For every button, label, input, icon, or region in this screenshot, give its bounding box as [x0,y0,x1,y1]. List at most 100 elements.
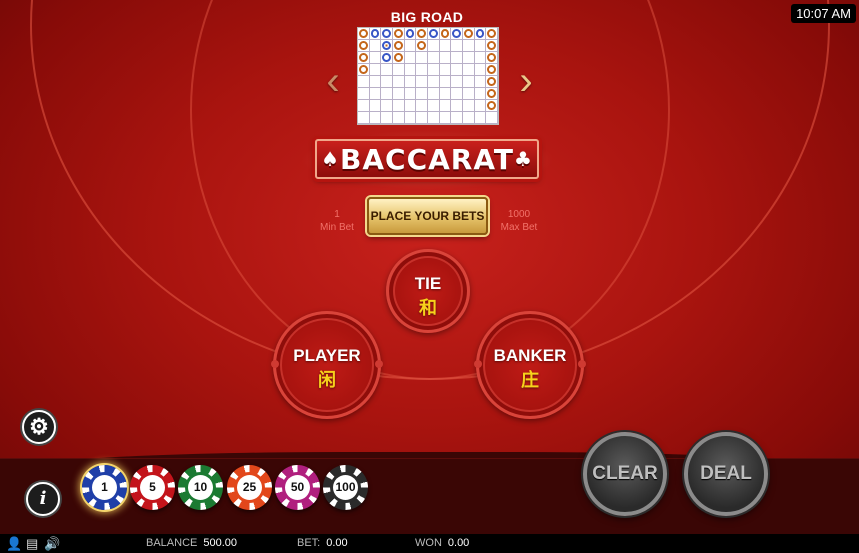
big-road-cell [369,100,382,112]
big-road-cell [358,112,370,124]
bet-label: BET: [297,537,321,549]
big-road-cell [439,40,452,52]
big-road-cell [416,52,428,64]
big-road-cell [428,40,440,52]
big-road-cell [463,40,475,52]
club-icon: ♣ [513,147,533,171]
banker-win-mark [440,29,450,38]
user-icon[interactable]: 👤 [6,534,22,553]
player-win-mark [475,29,485,38]
banker-win-mark [487,101,496,110]
spade-icon: ♠ [321,147,341,171]
big-road-cell [404,52,417,64]
speaker-icon[interactable]: 🔊 [44,534,60,553]
balance-label: BALANCE [146,537,198,549]
banker-win-mark [394,53,403,62]
chip-value: 100 [333,475,358,500]
info-icon[interactable]: i [26,482,60,516]
big-road-cell [381,76,393,88]
big-road-cell [369,52,382,64]
chip-value: 50 [285,475,310,500]
chevron-left-icon[interactable]: ‹ [323,58,343,104]
big-road-cell [463,76,475,88]
chip-25[interactable]: 25 [227,465,272,510]
banker-win-mark [464,29,473,38]
big-road-cell [486,40,498,52]
big-road-cell [358,76,370,88]
player-win-mark [382,29,391,38]
big-road-cell [404,112,417,124]
gear-icon[interactable]: ⚙ [22,410,56,444]
clear-button[interactable]: CLEAR [583,432,667,516]
big-road-cell [428,64,440,76]
big-road-cell [451,40,463,52]
spot-dot [474,360,482,368]
player-win-mark [452,29,461,38]
player-bet-spot[interactable]: PLAYER 闲 [271,311,383,419]
document-icon[interactable]: ▤ [26,534,38,553]
big-road-cell [358,100,370,112]
big-road-cell [369,40,382,52]
status-bar: 👤 ▤ 🔊 BALANCE 500.00 BET: 0.00 WON 0.00 [0,534,859,553]
big-road-grid [357,27,499,125]
big-road-cell [416,28,428,40]
big-road-cell [474,88,487,100]
won-value: 0.00 [447,537,470,549]
big-road-cell [428,76,440,88]
big-road-cell [463,64,475,76]
big-road-cell [369,112,382,124]
chip-1[interactable]: 1 [82,465,127,510]
max-bet-label: Max Bet [500,222,538,233]
chip-100[interactable]: 100 [323,465,368,510]
big-road-cell [463,100,475,112]
big-road-cell [439,52,452,64]
banker-bet-spot[interactable]: BANKER 庄 [474,311,586,419]
big-road-cell [369,76,382,88]
big-road-cell [393,88,405,100]
big-road-cell [369,88,382,100]
big-road-title: BIG ROAD [390,9,464,25]
tie-chinese-label: 和 [419,298,437,319]
chevron-right-icon[interactable]: › [516,58,536,104]
big-road-cell [381,100,393,112]
big-road-cell [393,40,405,52]
banker-win-mark [394,41,403,50]
big-road-cell [439,112,452,124]
big-road-cell [369,28,382,40]
spot-dot [578,360,586,368]
chip-5[interactable]: 5 [130,465,175,510]
won-label: WON [415,537,442,549]
big-road-cell [381,52,393,64]
big-road-cell [393,28,405,40]
big-road-cell [474,64,487,76]
chip-10[interactable]: 10 [178,465,223,510]
chip-value: 5 [140,475,165,500]
banker-win-mark [394,29,403,38]
chip-value: 1 [92,475,117,500]
big-road-cell [416,112,428,124]
big-road-cell [416,100,428,112]
big-road-cell [439,76,452,88]
banker-win-mark [417,29,426,38]
max-bet-value: 1000 [507,209,531,220]
big-road-cell [474,40,487,52]
balance: BALANCE 500.00 [146,534,237,553]
big-road-cell [463,88,475,100]
big-road-cell [404,40,417,52]
big-road-cell [463,52,475,64]
big-road-cell [404,28,417,40]
min-bet: 1 Min Bet [312,208,362,234]
tie-bet-spot[interactable]: TIE 和 [386,249,470,333]
big-road-cell [393,76,405,88]
big-road-cell [428,88,440,100]
big-road-cell [393,100,405,112]
big-road-cell [428,100,440,112]
player-win-mark [382,53,391,62]
big-road-cell [404,64,417,76]
deal-button[interactable]: DEAL [684,432,768,516]
big-road-cell [474,52,487,64]
bet-value: 0.00 [326,537,348,549]
logo-text: BACCARAT [340,143,514,176]
chip-50[interactable]: 50 [275,465,320,510]
big-road-cell [358,88,370,100]
